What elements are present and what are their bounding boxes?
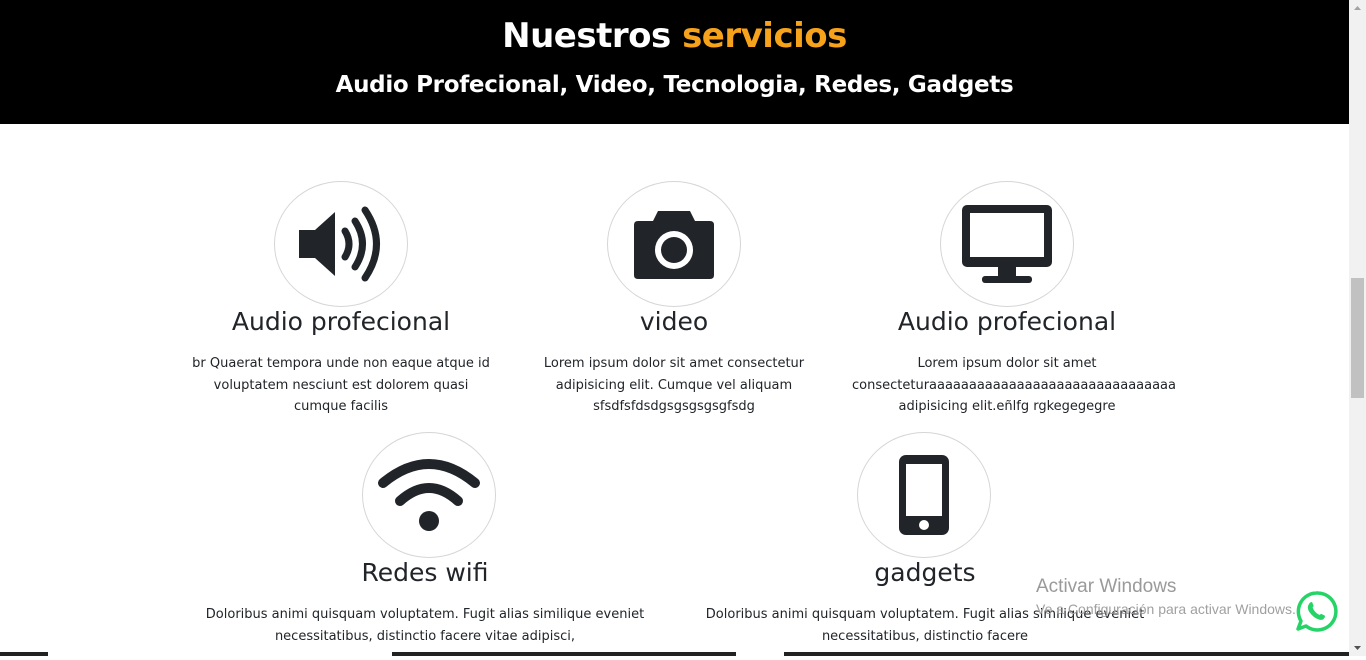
title-accent: servicios — [682, 16, 847, 56]
whatsapp-button[interactable] — [1294, 590, 1338, 634]
service-card-video: video Lorem ipsum dolor sit amet consect… — [540, 181, 808, 421]
watermark-title: Activar Windows — [1036, 576, 1177, 597]
desktop-icon — [962, 205, 1052, 283]
service-description: Lorem ipsum dolor sit amet consecteturaa… — [852, 356, 1176, 414]
service-icon-circle — [362, 432, 496, 558]
speaker-icon — [299, 206, 380, 282]
service-card-wifi: Redes wifi Doloribus animi quisquam volu… — [200, 432, 650, 656]
service-icon-circle — [607, 181, 741, 307]
service-description: Lorem ipsum dolor sit amet consectetur a… — [543, 356, 805, 414]
service-title: Audio profecional — [897, 307, 1117, 336]
scrollbar-thumb[interactable] — [1351, 278, 1364, 398]
service-card-technology: Audio profecional Lorem ipsum dolor sit … — [852, 181, 1176, 421]
scroll-down-arrow-icon[interactable] — [1349, 639, 1366, 656]
watermark-subtitle: Ve a Configuración para activar Windows. — [1036, 601, 1296, 617]
service-icon-circle — [940, 181, 1074, 307]
wifi-icon — [378, 459, 480, 531]
service-description: br Quaerat tempora unde non eaque atque … — [192, 356, 490, 414]
camera-icon — [634, 211, 714, 279]
service-icon-circle — [274, 181, 408, 307]
whatsapp-icon — [1296, 591, 1338, 632]
services-header: Nuestros servicios Audio Profecional, Vi… — [0, 0, 1349, 124]
section-title: Nuestros servicios — [0, 16, 1349, 56]
vertical-scrollbar[interactable] — [1349, 0, 1366, 656]
section-subtitle: Audio Profecional, Video, Tecnologia, Re… — [335, 72, 1014, 98]
title-main: Nuestros — [502, 16, 671, 56]
service-title: video — [639, 307, 709, 336]
mobile-phone-icon — [899, 455, 949, 535]
next-section-edge — [0, 652, 1349, 656]
service-title: Audio profecional — [231, 307, 451, 336]
windows-activation-watermark: Activar Windows Ve a Configuración para … — [1036, 576, 1296, 617]
service-description: Doloribus animi quisquam voluptatem. Fug… — [205, 607, 645, 644]
scroll-up-arrow-icon[interactable] — [1349, 0, 1366, 17]
service-card-audio: Audio profecional br Quaerat tempora und… — [186, 181, 496, 421]
service-title: Redes wifi — [361, 558, 489, 587]
service-card-gadgets: gadgets Doloribus animi quisquam volupta… — [700, 432, 1150, 656]
service-icon-circle — [857, 432, 991, 558]
